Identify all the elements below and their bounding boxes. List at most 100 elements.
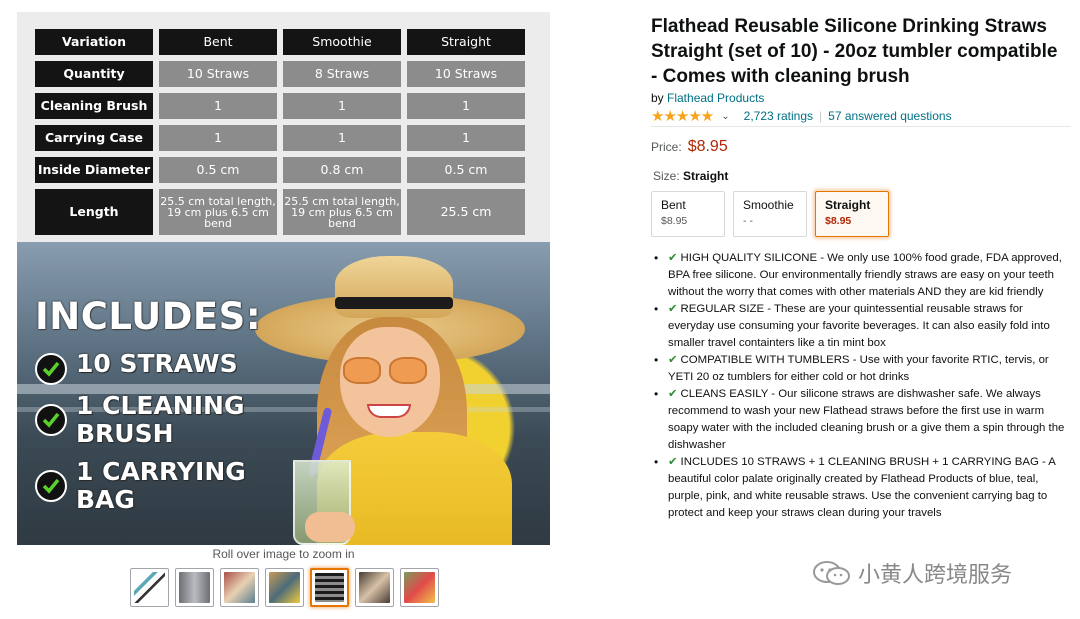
thumbnail-5-selected[interactable] bbox=[310, 568, 349, 607]
spec-cell: 1 bbox=[407, 125, 525, 151]
hat-band bbox=[335, 297, 453, 309]
checkmark-icon bbox=[35, 404, 67, 436]
spec-row-label: Quantity bbox=[35, 61, 153, 87]
spec-header-smoothie: Smoothie bbox=[283, 29, 401, 55]
spec-cell: 0.8 cm bbox=[283, 157, 401, 183]
sunglasses-lens-left bbox=[343, 357, 381, 384]
separator: | bbox=[819, 109, 823, 123]
price-label: Price: bbox=[651, 140, 682, 154]
feature-bullet: ✔HIGH QUALITY SILICONE - We only use 100… bbox=[652, 250, 1070, 301]
thumbnail-image bbox=[404, 572, 435, 603]
variant-price: $8.95 bbox=[825, 215, 852, 227]
zoom-hint: Roll over image to zoom in bbox=[212, 547, 355, 561]
variant-name: Straight bbox=[825, 198, 871, 212]
variant-price: $8.95 bbox=[661, 215, 688, 227]
thumbnail-3[interactable] bbox=[220, 568, 259, 607]
feature-bullets: ✔HIGH QUALITY SILICONE - We only use 100… bbox=[652, 250, 1070, 522]
wechat-icon bbox=[812, 560, 852, 586]
checkmark-icon bbox=[35, 353, 67, 385]
feature-text: CLEANS EASILY - Our silicone straws are … bbox=[668, 388, 1065, 451]
main-product-image[interactable]: Variation Bent Smoothie Straight Quantit… bbox=[17, 12, 550, 545]
chevron-down-icon[interactable]: ⌄ bbox=[721, 111, 729, 122]
spec-cell: 1 bbox=[407, 93, 525, 119]
spec-row-length: Length 25.5 cm total length, 19 cm plus … bbox=[35, 189, 525, 235]
spec-row-inside-diameter: Inside Diameter 0.5 cm 0.8 cm 0.5 cm bbox=[35, 157, 525, 183]
size-label: Size: bbox=[653, 169, 680, 183]
spec-table-panel: Variation Bent Smoothie Straight Quantit… bbox=[17, 12, 550, 242]
brand-link[interactable]: Flathead Products bbox=[667, 91, 764, 105]
spec-table: Variation Bent Smoothie Straight Quantit… bbox=[35, 29, 525, 241]
thumbnail-1[interactable] bbox=[130, 568, 169, 607]
thumbnail-image bbox=[179, 572, 210, 603]
spec-cell: 25.5 cm total length, 19 cm plus 6.5 cm … bbox=[283, 189, 401, 235]
thumbnail-image bbox=[269, 572, 300, 603]
ratings-count-link[interactable]: 2,723 ratings bbox=[744, 109, 813, 123]
thumbnail-7[interactable] bbox=[400, 568, 439, 607]
checkmark-icon: ✔ bbox=[668, 388, 678, 400]
thumbnail-4[interactable] bbox=[265, 568, 304, 607]
spec-row-label: Cleaning Brush bbox=[35, 93, 153, 119]
spec-row-label: Carrying Case bbox=[35, 125, 153, 151]
spec-header-row: Variation Bent Smoothie Straight bbox=[35, 29, 525, 55]
spec-header-variation: Variation bbox=[35, 29, 153, 55]
spec-cell: 1 bbox=[283, 93, 401, 119]
variant-option-smoothie[interactable]: Smoothie - - bbox=[733, 191, 807, 237]
watermark: 小黄人跨境服务 bbox=[812, 557, 1012, 589]
byline-prefix: by bbox=[651, 91, 668, 105]
variant-price: - - bbox=[743, 215, 753, 227]
feature-text: HIGH QUALITY SILICONE - We only use 100%… bbox=[668, 252, 1062, 298]
includes-heading: INCLUDES: bbox=[35, 295, 262, 338]
spec-cell: 0.5 cm bbox=[159, 157, 277, 183]
feature-text: COMPATIBLE WITH TUMBLERS - Use with your… bbox=[668, 354, 1049, 383]
price-value: $8.95 bbox=[687, 138, 728, 155]
size-value: Straight bbox=[683, 169, 729, 183]
thumbnail-image bbox=[224, 572, 255, 603]
checkmark-icon: ✔ bbox=[668, 252, 678, 264]
variant-name: Bent bbox=[661, 198, 686, 212]
watermark-text: 小黄人跨境服务 bbox=[858, 563, 1013, 588]
ratings-row: ★★★★★ ⌄ 2,723 ratings | 57 answered ques… bbox=[651, 107, 952, 125]
spec-row-carrying-case: Carrying Case 1 1 1 bbox=[35, 125, 525, 151]
checkmark-icon: ✔ bbox=[668, 456, 678, 468]
thumbnail-image bbox=[359, 572, 390, 603]
includes-item-label: 1 CLEANING BRUSH bbox=[76, 391, 245, 448]
spec-cell: 0.5 cm bbox=[407, 157, 525, 183]
answered-questions-link[interactable]: 57 answered questions bbox=[828, 109, 951, 123]
thumbnail-2[interactable] bbox=[175, 568, 214, 607]
spec-row-cleaning-brush: Cleaning Brush 1 1 1 bbox=[35, 93, 525, 119]
checkmark-icon: ✔ bbox=[668, 303, 678, 315]
includes-item-brush: 1 CLEANING BRUSH bbox=[35, 392, 275, 448]
feature-bullet: ✔INCLUDES 10 STRAWS + 1 CLEANING BRUSH +… bbox=[652, 454, 1070, 522]
thumbnail-image bbox=[315, 573, 344, 602]
thumbnail-6[interactable] bbox=[355, 568, 394, 607]
size-selection: Size: Straight bbox=[653, 169, 728, 183]
byline: by Flathead Products bbox=[651, 91, 764, 105]
includes-item-label: 10 STRAWS bbox=[76, 349, 238, 378]
spec-cell: 8 Straws bbox=[283, 61, 401, 87]
spec-cell: 10 Straws bbox=[407, 61, 525, 87]
variant-name: Smoothie bbox=[743, 198, 794, 212]
includes-item-label: 1 CARRYING BAG bbox=[76, 457, 246, 514]
variant-option-straight-selected[interactable]: Straight $8.95 bbox=[815, 191, 889, 237]
feature-bullet: ✔REGULAR SIZE - These are your quintesse… bbox=[652, 301, 1070, 352]
product-title: Flathead Reusable Silicone Drinking Stra… bbox=[651, 16, 1058, 87]
size-variant-options: Bent $8.95 Smoothie - - Straight $8.95 bbox=[651, 191, 889, 237]
divider bbox=[651, 126, 1071, 127]
spec-row-label: Length bbox=[35, 189, 153, 235]
feature-bullet: ✔COMPATIBLE WITH TUMBLERS - Use with you… bbox=[652, 352, 1070, 386]
star-rating-icon[interactable]: ★★★★★ bbox=[651, 107, 714, 125]
variant-option-bent[interactable]: Bent $8.95 bbox=[651, 191, 725, 237]
spec-cell: 10 Straws bbox=[159, 61, 277, 87]
spec-cell: 25.5 cm total length, 19 cm plus 6.5 cm … bbox=[159, 189, 277, 235]
spec-cell: 1 bbox=[159, 93, 277, 119]
feature-text: INCLUDES 10 STRAWS + 1 CLEANING BRUSH + … bbox=[668, 456, 1056, 519]
checkmark-icon: ✔ bbox=[668, 354, 678, 366]
spec-row-label: Inside Diameter bbox=[35, 157, 153, 183]
spec-header-straight: Straight bbox=[407, 29, 525, 55]
thumbnail-strip bbox=[130, 568, 439, 607]
includes-item-bag: 1 CARRYING BAG bbox=[35, 458, 275, 514]
spec-header-bent: Bent bbox=[159, 29, 277, 55]
thumbnail-image bbox=[134, 572, 165, 603]
spec-row-quantity: Quantity 10 Straws 8 Straws 10 Straws bbox=[35, 61, 525, 87]
sunglasses-lens-right bbox=[389, 357, 427, 384]
